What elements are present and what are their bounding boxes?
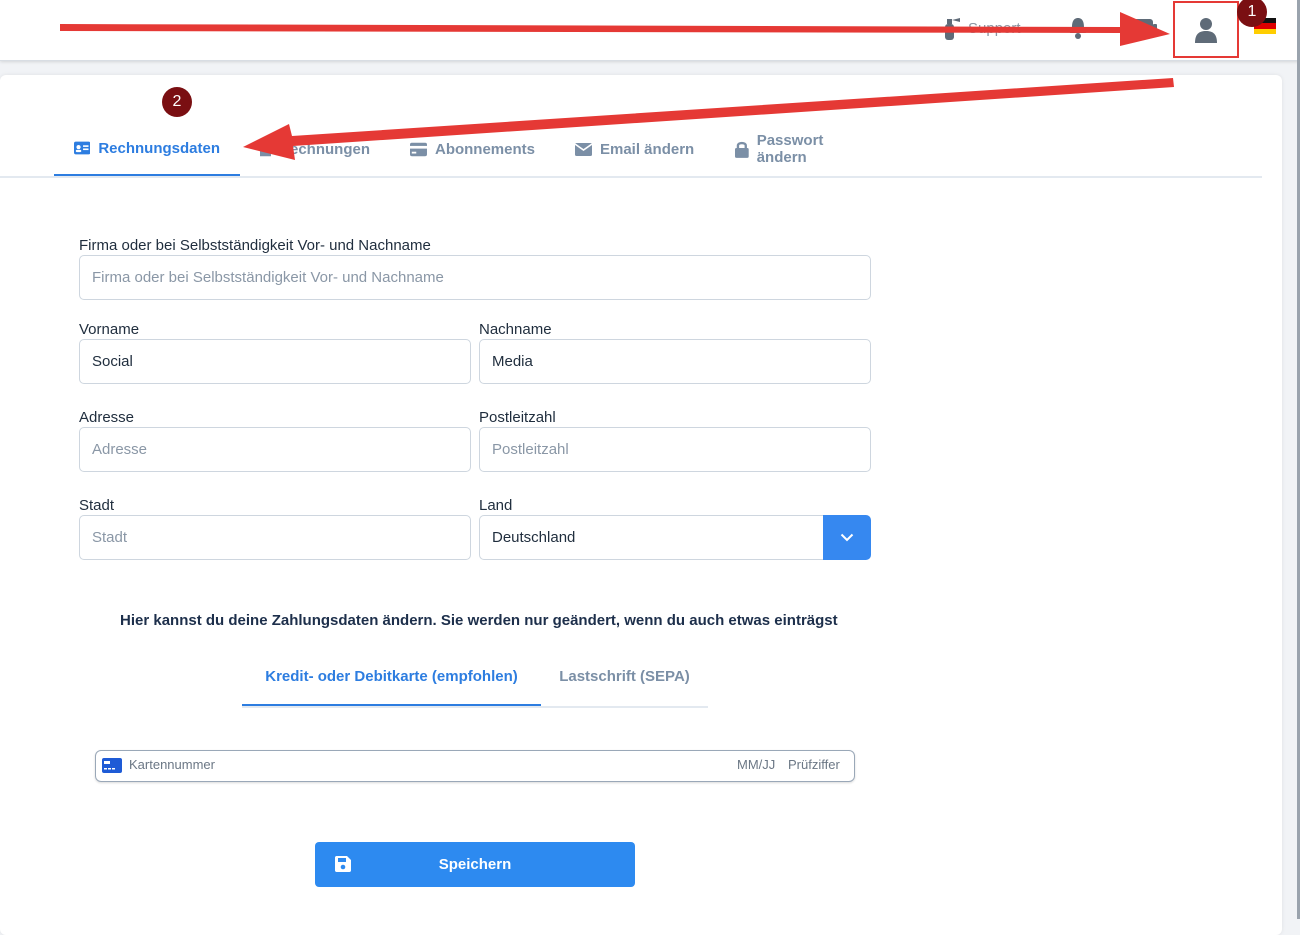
cvc-placeholder: Prüfziffer [788,757,840,772]
tab-credit-card[interactable]: Kredit- oder Debitkarte (empfohlen) [242,652,541,706]
payment-note: Hier kannst du deine Zahlungsdaten änder… [120,612,838,629]
user-icon [1195,17,1217,43]
annotation-badge-2: 2 [162,87,192,117]
tab-abonnements[interactable]: Abonnements [390,122,555,176]
account-tabs: Rechnungsdaten Rechnungen Abonnements Em… [0,122,1262,178]
account-card [0,75,1282,935]
support-label: Support [968,19,1021,37]
country-select-value[interactable]: Deutschland [479,515,825,560]
fire-extinguisher-icon [945,18,960,40]
save-label: Speichern [438,856,512,873]
save-button[interactable]: Speichern [315,842,635,887]
address-input[interactable] [79,427,471,472]
lock-icon [735,141,749,158]
country-dropdown-button[interactable] [823,515,871,560]
card-brand-icon [102,758,122,773]
address-label: Adresse [79,409,135,426]
id-card-icon [74,141,91,155]
tab-label: Abonnements [434,140,535,158]
top-navbar: Support [0,0,1300,61]
chevron-down-icon [840,533,854,542]
notifications-button[interactable] [1068,12,1088,44]
tab-label: Passwort ändern [756,132,824,166]
envelope-icon [575,142,592,156]
zip-label: Postleitzahl [479,409,556,426]
lastname-input[interactable] [479,339,871,384]
user-profile-button[interactable] [1173,1,1239,58]
credit-card-icon [410,142,427,156]
country-select[interactable]: Deutschland [479,515,871,560]
zip-input[interactable] [479,427,871,472]
support-button[interactable]: Support [940,12,1021,44]
lastname-label: Nachname [479,321,552,338]
tab-rechnungsdaten[interactable]: Rechnungsdaten [54,122,240,176]
tab-rechnungen[interactable]: Rechnungen [240,122,390,176]
city-input[interactable] [79,515,471,560]
floppy-disk-icon [335,856,351,872]
card-number-placeholder: Kartennummer [129,757,215,772]
company-input[interactable] [79,255,871,300]
tab-passwort-aendern[interactable]: Passwort ändern [715,122,895,176]
chat-icon [1133,19,1157,39]
expiry-placeholder: MM/JJ [737,757,776,772]
firstname-label: Vorname [79,321,140,338]
file-icon [260,142,272,156]
messages-button[interactable] [1131,12,1159,44]
city-label: Stadt [79,497,115,514]
bell-icon [1070,18,1086,39]
company-label: Firma oder bei Selbstständigkeit Vor- un… [79,237,431,254]
tab-label: Rechnungsdaten [98,139,220,157]
tab-sepa[interactable]: Lastschrift (SEPA) [541,652,708,706]
tab-label: Rechnungen [279,140,370,158]
country-label: Land [479,497,513,514]
firstname-input[interactable] [79,339,471,384]
payment-tabs: Kredit- oder Debitkarte (empfohlen) Last… [242,652,708,708]
tab-label: Email ändern [600,140,695,158]
card-input-field[interactable]: Kartennummer MM/JJ Prüfziffer [95,750,855,782]
tab-email-aendern[interactable]: Email ändern [555,122,715,176]
